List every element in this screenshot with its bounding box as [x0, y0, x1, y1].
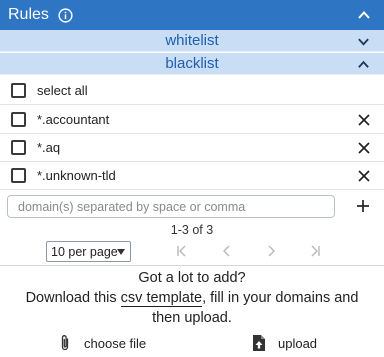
per-page-value: 10 per page [51, 244, 118, 259]
plus-icon[interactable] [356, 199, 370, 213]
item-label: *.accountant [37, 112, 110, 127]
info-icon[interactable] [58, 7, 73, 23]
help-prefix: Download this [25, 290, 121, 306]
divider [0, 265, 384, 266]
upload-label: upload [278, 335, 318, 351]
per-page-select[interactable]: 10 per page [46, 241, 131, 262]
help-heading: Got a lot to add? [138, 270, 246, 286]
rules-title: Rules [8, 6, 49, 23]
item-label: *.unknown-tld [37, 168, 116, 183]
item-checkbox[interactable] [11, 112, 26, 127]
list-item: *.aq [0, 134, 384, 162]
list-item: *.accountant [0, 106, 384, 134]
csv-template-link[interactable]: csv template [120, 290, 203, 307]
choose-file-label: choose file [84, 335, 147, 351]
blacklist-section-toggle[interactable]: blacklist [0, 53, 384, 75]
help-line3: then upload. [152, 310, 232, 326]
next-page-icon[interactable] [264, 244, 278, 258]
whitelist-label: whitelist [165, 32, 219, 49]
caret-down-icon [117, 249, 125, 255]
rules-header[interactable]: Rules [0, 0, 384, 30]
help-instructions: Download this csv template, fill in your… [0, 290, 384, 307]
blacklist-label: blacklist [165, 55, 219, 72]
close-icon[interactable] [357, 141, 371, 155]
select-all-label: select all [37, 83, 88, 98]
whitelist-section-toggle[interactable]: whitelist [0, 30, 384, 52]
first-page-icon[interactable] [175, 244, 189, 258]
list-item: *.unknown-tld [0, 162, 384, 190]
close-icon[interactable] [357, 113, 371, 127]
item-checkbox[interactable] [11, 140, 26, 155]
chevron-up-icon [358, 60, 369, 68]
pagination-range: 1-3 of 3 [170, 223, 214, 237]
chevron-up-icon[interactable] [357, 8, 371, 22]
select-all-row: select all [0, 77, 384, 105]
item-checkbox[interactable] [11, 168, 26, 183]
choose-file-button[interactable]: choose file [58, 333, 146, 353]
domain-input[interactable] [7, 195, 335, 218]
chevron-down-icon [358, 38, 369, 46]
paperclip-icon [61, 335, 69, 351]
upload-button[interactable]: upload [252, 333, 317, 353]
last-page-icon[interactable] [308, 244, 322, 258]
item-label: *.aq [37, 140, 61, 155]
help-suffix: , fill in your domains and [202, 290, 359, 306]
upload-file-icon [253, 335, 265, 351]
prev-page-icon[interactable] [220, 244, 234, 258]
select-all-checkbox[interactable] [11, 83, 26, 98]
close-icon[interactable] [357, 169, 371, 183]
